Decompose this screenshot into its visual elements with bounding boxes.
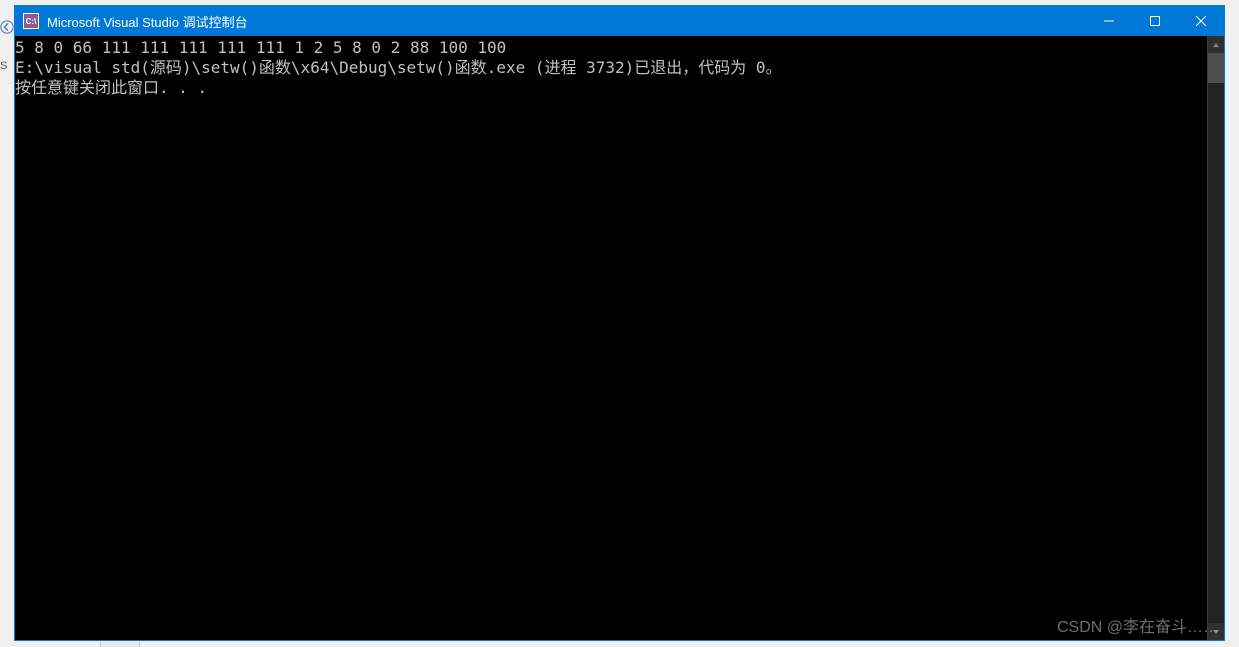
scroll-down-arrow-icon[interactable] [1208, 623, 1224, 640]
maximize-button[interactable] [1132, 6, 1178, 36]
vertical-scrollbar[interactable] [1207, 36, 1224, 640]
bottom-tab-peek [100, 641, 140, 647]
close-button[interactable] [1178, 6, 1224, 36]
scroll-up-arrow-icon[interactable] [1208, 36, 1224, 53]
minimize-button[interactable] [1086, 6, 1132, 36]
window-controls [1086, 6, 1224, 36]
window-title: Microsoft Visual Studio 调试控制台 [47, 12, 1086, 31]
side-panel-peek: S [0, 60, 10, 72]
app-icon-text: C:\ [26, 17, 37, 26]
output-line-1: 5 8 0 66 111 111 111 111 111 1 2 5 8 0 2… [15, 38, 506, 57]
scroll-track[interactable] [1208, 53, 1224, 623]
app-icon: C:\ [23, 13, 39, 29]
console-output[interactable]: 5 8 0 66 111 111 111 111 111 1 2 5 8 0 2… [15, 36, 1207, 640]
output-line-3: 按任意键关闭此窗口. . . [15, 78, 207, 97]
output-line-2: E:\visual std(源码)\setw()函数\x64\Debug\set… [15, 58, 782, 77]
console-window: C:\ Microsoft Visual Studio 调试控制台 5 8 0 … [14, 5, 1225, 641]
console-body: 5 8 0 66 111 111 111 111 111 1 2 5 8 0 2… [15, 36, 1224, 640]
background-left-strip: S [0, 0, 14, 647]
back-arrow-icon [0, 18, 14, 38]
background-right-strip [1225, 0, 1239, 647]
titlebar[interactable]: C:\ Microsoft Visual Studio 调试控制台 [15, 6, 1224, 36]
scroll-thumb[interactable] [1208, 53, 1224, 83]
